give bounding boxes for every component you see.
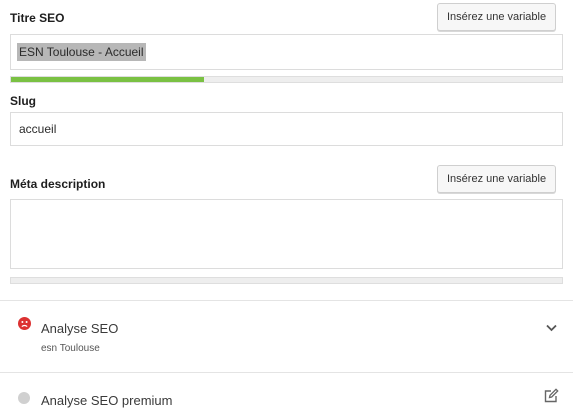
slug-label: Slug	[10, 94, 36, 108]
seo-title-value: ESN Toulouse - Accueil	[17, 43, 146, 61]
seo-title-input[interactable]: ESN Toulouse - Accueil	[10, 34, 563, 70]
edit-icon[interactable]	[543, 388, 559, 404]
seo-analysis-toggle[interactable]: Analyse SEO esn Toulouse	[0, 301, 573, 371]
seo-title-length-progress	[10, 76, 563, 83]
seo-analysis-keyphrase: esn Toulouse	[41, 343, 100, 354]
meta-description-textarea[interactable]	[10, 199, 563, 269]
seo-analysis-title: Analyse SEO	[41, 321, 119, 336]
chevron-down-icon	[546, 324, 557, 332]
meta-description-length-progress	[10, 277, 563, 284]
premium-analysis-title: Analyse SEO premium	[41, 393, 173, 408]
premium-status-dot	[18, 392, 30, 404]
seo-title-label: Titre SEO	[10, 11, 65, 25]
seo-title-progress-fill	[11, 77, 204, 82]
slug-input[interactable]: accueil	[10, 112, 563, 146]
sad-face-icon	[18, 317, 31, 330]
seo-title-insert-variable-button[interactable]: Insérez une variable	[437, 3, 557, 31]
premium-analysis-row[interactable]: Analyse SEO premium	[0, 373, 573, 415]
meta-description-label: Méta description	[10, 177, 106, 191]
meta-description-insert-variable-button[interactable]: Insérez une variable	[437, 165, 557, 193]
slug-value: accueil	[19, 122, 57, 136]
